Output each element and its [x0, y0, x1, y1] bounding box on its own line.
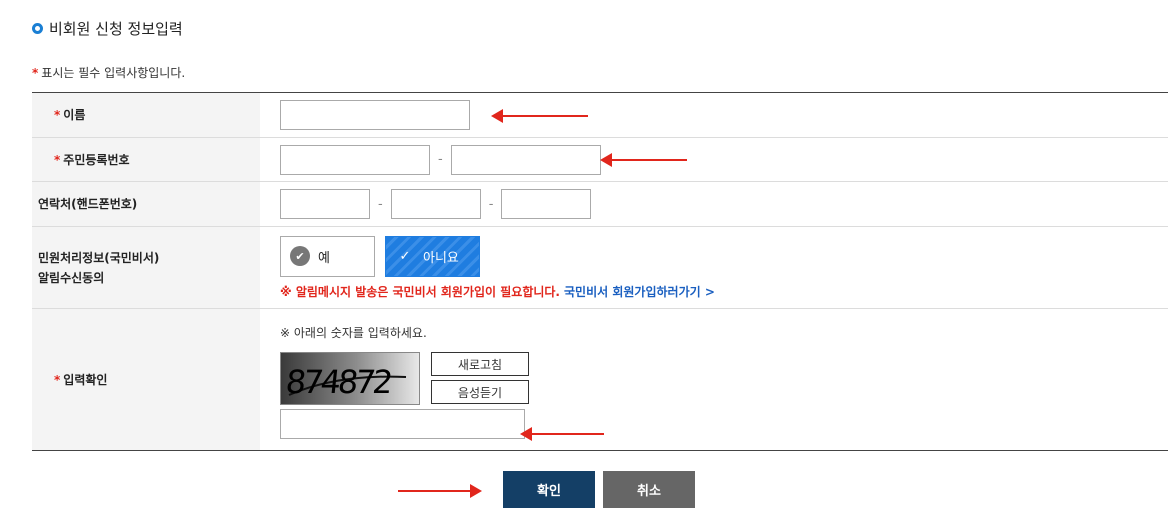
- phone-separator-1: -: [378, 196, 383, 212]
- application-page: 비회원 신청 정보입력 * 표시는 필수 입력사항입니다. * 이름 * 주민등록번호…: [0, 0, 1168, 520]
- captcha-hint: ※ 아래의 숫자를 입력하세요.: [280, 326, 427, 340]
- captcha-code: 874872: [284, 363, 393, 401]
- red-arrow-right-icon: [398, 484, 482, 498]
- row-captcha: * 입력확인 ※ 아래의 숫자를 입력하세요. 874872 새로고침 음성듣기: [32, 309, 1168, 450]
- label-rrn-text: 주민등록번호: [63, 152, 130, 167]
- phone-part3-input[interactable]: [501, 189, 592, 219]
- action-buttons: 확인 취소: [503, 471, 695, 508]
- row-phone: 연락처(핸드폰번호) - -: [32, 182, 1168, 227]
- label-consent: 민원처리정보(국민비서) 알림수신동의: [32, 227, 260, 308]
- captcha-row: 874872 새로고침 음성듣기: [280, 352, 529, 405]
- field-name: [260, 93, 1168, 137]
- row-consent: 민원처리정보(국민비서) 알림수신동의 ✔ 예 ✓ 아니요 ※ 알림메시지 발송…: [32, 227, 1168, 309]
- svg-text:874872: 874872: [284, 363, 393, 401]
- circle-bullet-icon: [32, 23, 43, 34]
- field-consent: ✔ 예 ✓ 아니요 ※ 알림메시지 발송은 국민비서 회원가입이 필요합니다. 국…: [260, 227, 1168, 308]
- label-captcha-text: 입력확인: [63, 372, 108, 387]
- row-name: * 이름: [32, 93, 1168, 138]
- required-star-icon: *: [54, 108, 61, 122]
- red-arrow-left-icon: [491, 109, 588, 123]
- consent-no-radio[interactable]: ✓ 아니요: [385, 235, 480, 277]
- field-phone: - -: [260, 182, 1168, 226]
- form-table: * 이름 * 주민등록번호 - 연락처(핸드폰번호) - - 민원처리정보(국민…: [32, 92, 1168, 451]
- phone-separator-2: -: [488, 196, 494, 212]
- red-arrow-left-icon: [520, 427, 604, 441]
- captcha-image: 874872: [280, 352, 420, 405]
- required-note: * 표시는 필수 입력사항입니다.: [32, 64, 185, 81]
- required-note-text: 표시는 필수 입력사항입니다.: [41, 66, 186, 80]
- check-icon: ✓: [399, 248, 411, 264]
- section-title-text: 비회원 신청 정보입력: [49, 20, 183, 38]
- rrn-front-input[interactable]: [280, 144, 430, 175]
- section-title: 비회원 신청 정보입력: [32, 18, 183, 39]
- phone-part1-input[interactable]: [280, 189, 370, 219]
- rrn-separator: -: [438, 152, 443, 167]
- name-input[interactable]: [280, 100, 470, 130]
- consent-radio-group: ✔ 예 ✓ 아니요: [280, 235, 480, 277]
- confirm-button[interactable]: 확인: [503, 471, 595, 508]
- label-name-text: 이름: [63, 108, 86, 122]
- label-captcha: * 입력확인: [32, 309, 260, 450]
- cancel-button[interactable]: 취소: [603, 471, 695, 508]
- required-star-icon: *: [32, 66, 39, 80]
- consent-yes-radio[interactable]: ✔ 예: [280, 235, 375, 277]
- captcha-refresh-button[interactable]: 새로고침: [431, 352, 529, 376]
- label-phone: 연락처(핸드폰번호): [32, 182, 260, 226]
- consent-yes-label: 예: [318, 250, 330, 266]
- label-phone-text: 연락처(핸드폰번호): [38, 197, 138, 211]
- label-consent-line2: 알림수신동의: [38, 270, 105, 285]
- required-star-icon: *: [54, 152, 61, 167]
- field-rrn: -: [260, 138, 1168, 181]
- consent-notice: ※ 알림메시지 발송은 국민비서 회원가입이 필요합니다. 국민비서 회원가입하러…: [280, 283, 715, 300]
- field-captcha: ※ 아래의 숫자를 입력하세요. 874872 새로고침 음성듣기: [260, 309, 1168, 450]
- captcha-audio-button[interactable]: 음성듣기: [431, 380, 529, 404]
- phone-part2-input[interactable]: [390, 189, 481, 219]
- consent-notice-text: ※ 알림메시지 발송은 국민비서 회원가입이 필요합니다.: [280, 284, 560, 299]
- captcha-block: ※ 아래의 숫자를 입력하세요. 874872 새로고침 음성듣기: [280, 320, 529, 439]
- captcha-input[interactable]: [280, 409, 525, 439]
- label-name: * 이름: [32, 93, 260, 137]
- row-rrn: * 주민등록번호 -: [32, 138, 1168, 182]
- label-consent-line1: 민원처리정보(국민비서): [38, 250, 160, 265]
- required-star-icon: *: [54, 372, 61, 387]
- red-arrow-left-icon: [600, 153, 687, 167]
- consent-no-label: 아니요: [423, 250, 459, 266]
- rrn-back-input[interactable]: [450, 144, 601, 175]
- check-icon: ✔: [290, 246, 310, 266]
- captcha-buttons: 새로고침 음성듣기: [431, 352, 529, 404]
- signup-link[interactable]: 국민비서 회원가입하러가기 >: [564, 285, 715, 299]
- label-rrn: * 주민등록번호: [32, 138, 260, 181]
